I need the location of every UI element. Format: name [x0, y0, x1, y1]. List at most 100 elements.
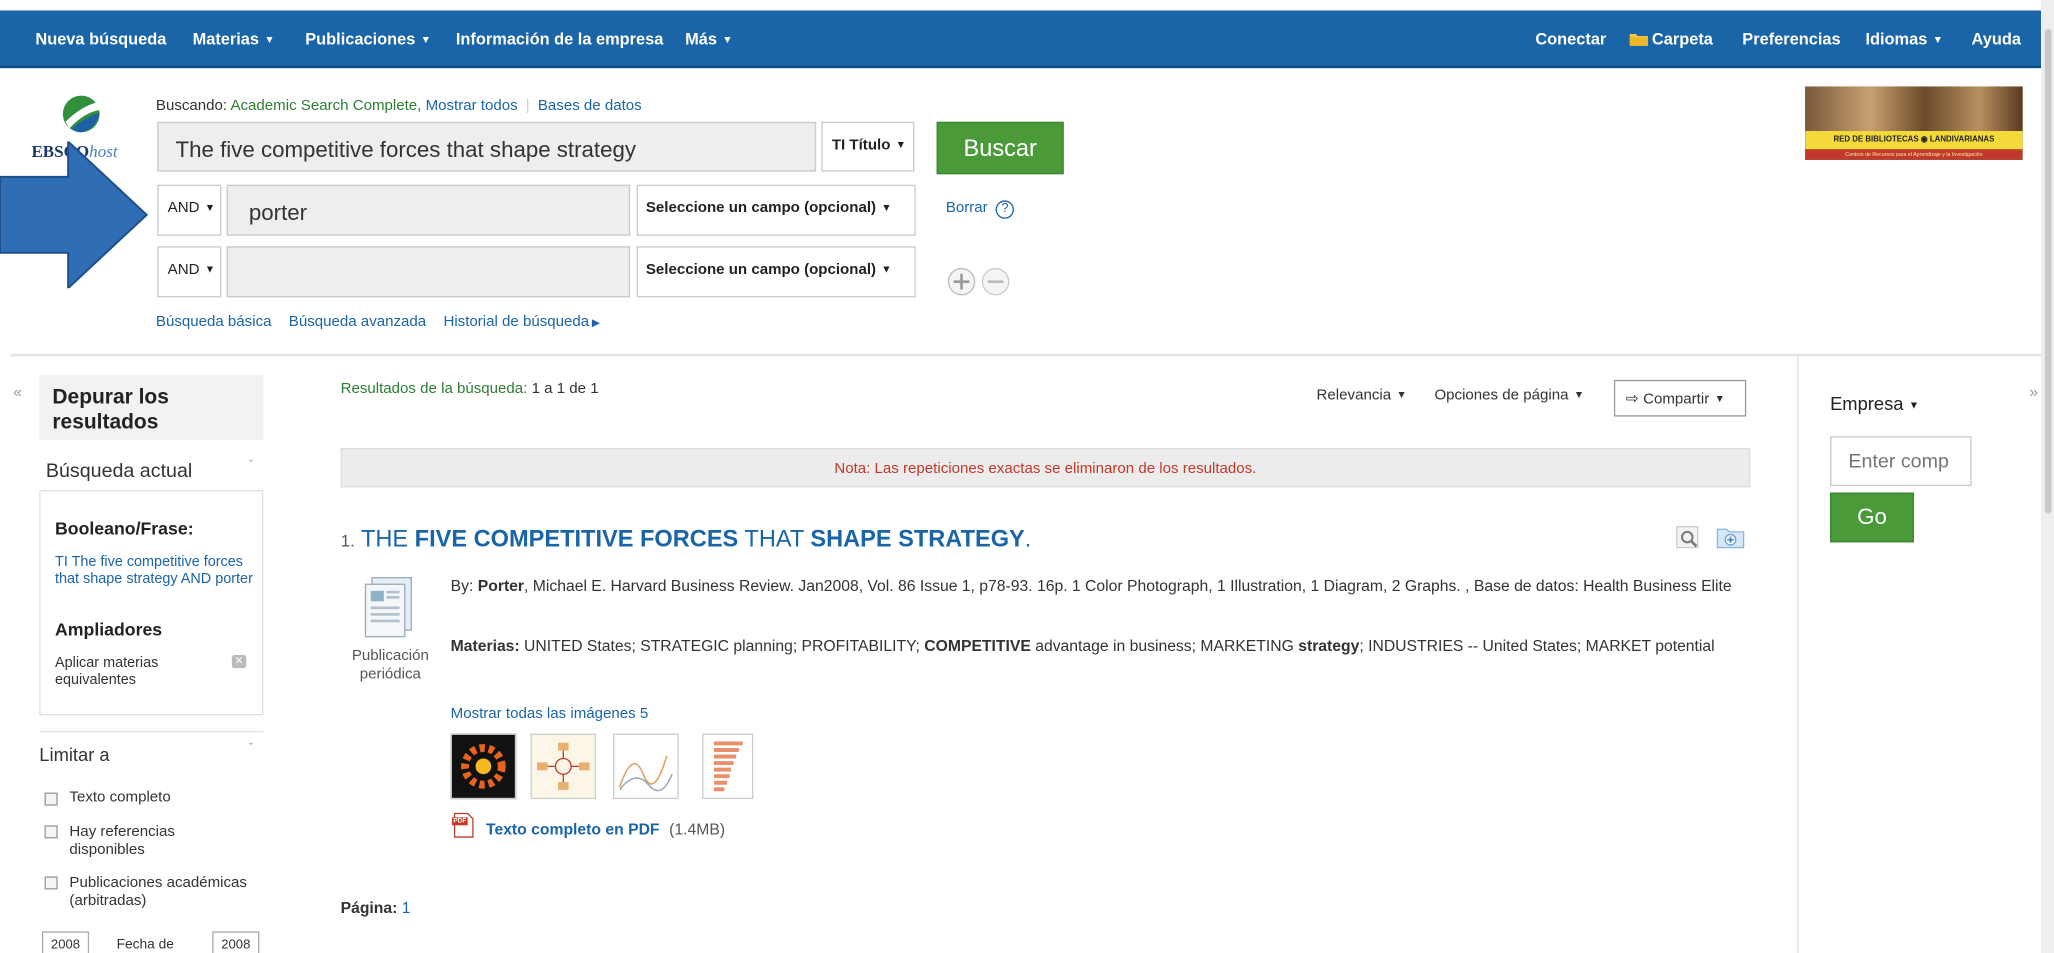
field-select-3[interactable]: Seleccione un campo (opcional) ▼ [636, 246, 916, 298]
nav-company-info[interactable]: Información de la empresa [456, 30, 663, 48]
go-button[interactable]: Go [1830, 492, 1914, 543]
nav-subjects[interactable]: Materias ▼ [193, 30, 275, 48]
scholarly-label: Publicaciones académicas (arbitradas) [69, 875, 247, 910]
image-thumbnail-4[interactable] [702, 733, 754, 800]
nav-languages-label: Idiomas [1865, 30, 1928, 49]
result-subjects: Materias: UNITED States; STRATEGIC plann… [450, 636, 1715, 655]
result-title-part: . [1024, 525, 1032, 552]
date-from-input[interactable]: 2008 [41, 931, 90, 953]
nav-new-search[interactable]: Nueva búsqueda [35, 30, 166, 48]
thumbnail-graphic [537, 742, 590, 790]
caret-down-icon: ▼ [420, 34, 431, 46]
searching-label: Buscando: [155, 98, 228, 114]
advanced-search-link[interactable]: Búsqueda avanzada [289, 314, 426, 330]
field-select-1[interactable]: TI Título ▼ [821, 121, 915, 172]
boolean-query-link[interactable]: TI The five competitive forces that shap… [55, 554, 265, 588]
pdf-full-text-link[interactable]: Texto completo en PDF [486, 820, 660, 838]
chevron-down-icon[interactable]: ˇ [249, 458, 253, 472]
library-banner-subtitle: Centros de Recursos para el Aprendizaje … [1805, 149, 2023, 160]
publication-type-label: Publicación periódica [351, 648, 429, 683]
nav-folder-label: Carpeta [1651, 30, 1713, 49]
limit-to-heading[interactable]: Limitar a [39, 744, 109, 765]
author-link[interactable]: Porter [478, 576, 524, 594]
library-banner[interactable]: RED DE BIBLIOTECAS ◉ LANDIVARIANAS Centr… [1805, 86, 2023, 160]
search-input-1[interactable]: The five competitive forces that shape s… [157, 121, 817, 172]
folder-icon [1629, 34, 1648, 46]
expanders-label: Ampliadores [55, 619, 163, 640]
search-history-link[interactable]: Historial de búsqueda [443, 314, 589, 330]
image-thumbnail-3[interactable] [613, 733, 679, 800]
operator-select-3[interactable]: AND ▼ [157, 246, 222, 298]
refine-results-title: Depurar los resultados [52, 386, 169, 434]
company-search-input[interactable] [1830, 436, 1972, 487]
caret-down-icon: ▼ [881, 201, 892, 214]
collapse-right-icon[interactable]: » [2029, 383, 2038, 401]
pdf-icon-text: PDF [453, 817, 467, 826]
results-summary-label: Resultados de la búsqueda: [340, 381, 528, 397]
caret-down-icon: ▼ [881, 263, 892, 276]
current-search-box: Booleano/Frase: TI The five competitive … [39, 489, 265, 716]
nav-help[interactable]: Ayuda [1972, 30, 2021, 48]
page-options-dropdown[interactable]: Opciones de página ▼ [1434, 388, 1584, 404]
nav-more[interactable]: Más ▼ [685, 30, 732, 48]
caret-down-icon: ▼ [1714, 392, 1725, 405]
field-select-2[interactable]: Seleccione un campo (opcional) ▼ [636, 184, 916, 236]
databases-link[interactable]: Bases de datos [538, 98, 642, 114]
image-thumbnail-1[interactable] [450, 733, 517, 800]
company-dropdown[interactable]: Empresa ▼ [1830, 393, 1919, 414]
sort-dropdown[interactable]: Relevancia ▼ [1317, 388, 1407, 404]
preview-magnifier-icon[interactable] [1675, 525, 1701, 549]
add-row-icon[interactable] [947, 267, 976, 296]
remove-expander-icon[interactable]: ✕ [231, 655, 247, 669]
pdf-icon[interactable]: PDF [451, 812, 477, 838]
current-search-heading[interactable]: Búsqueda actual [46, 460, 192, 482]
share-button[interactable]: ⇨ Compartir ▼ [1613, 379, 1747, 417]
references-checkbox[interactable] [44, 825, 58, 839]
search-input-2[interactable]: porter [226, 184, 631, 236]
operator-select-2-value: AND [167, 200, 200, 217]
result-title-part: THAT [738, 525, 811, 552]
scrollbar-thumb[interactable] [2044, 28, 2052, 514]
nav-folder[interactable]: Carpeta [1629, 30, 1713, 49]
add-to-folder-icon[interactable] [1716, 525, 1745, 549]
thumbnail-graphic [618, 755, 673, 792]
apply-equivalent-label: Aplicar materias equivalentes [55, 655, 159, 688]
thumbnail-graphic [461, 744, 506, 789]
caret-down-icon: ▼ [1573, 389, 1585, 401]
chevron-down-icon[interactable]: ˇ [249, 741, 253, 755]
result-byline: By: Porter, Michael E. Harvard Business … [450, 576, 1732, 595]
scholarly-checkbox[interactable] [44, 876, 58, 890]
arrow-right-icon [0, 141, 149, 289]
basic-search-link[interactable]: Búsqueda básica [156, 314, 272, 330]
nav-publications-label: Publicaciones [305, 30, 416, 49]
caret-down-icon: ▼ [1908, 399, 1920, 412]
full-text-checkbox[interactable] [44, 792, 58, 806]
caret-down-icon: ▼ [1396, 389, 1407, 401]
caret-down-icon: ▼ [1932, 34, 1943, 46]
date-label: Fecha de [116, 936, 174, 953]
date-to-input[interactable]: 2008 [212, 931, 260, 953]
caret-down-icon: ▼ [204, 263, 216, 276]
show-all-link[interactable]: Mostrar todos [426, 98, 518, 114]
field-select-1-value: TI Título [831, 137, 891, 154]
page-number-link[interactable]: 1 [402, 899, 411, 917]
nav-sign-in[interactable]: Conectar [1535, 30, 1606, 48]
remove-row-icon[interactable] [981, 267, 1010, 296]
nav-languages[interactable]: Idiomas ▼ [1865, 30, 1943, 48]
help-icon[interactable]: ? [995, 200, 1015, 219]
caret-down-icon: ▼ [895, 138, 907, 151]
caret-down-icon: ▼ [264, 34, 275, 46]
caret-down-icon: ▼ [722, 34, 733, 46]
sort-label: Relevancia [1316, 387, 1392, 404]
nav-publications[interactable]: Publicaciones ▼ [305, 30, 431, 48]
search-input-3[interactable] [226, 246, 631, 298]
pdf-size: (1.4MB) [669, 820, 726, 839]
result-title[interactable]: 1. THE FIVE COMPETITIVE FORCES THAT SHAP… [341, 525, 1032, 553]
show-all-images-link[interactable]: Mostrar todas las imágenes 5 [451, 706, 649, 722]
clear-link[interactable]: Borrar [946, 200, 988, 216]
nav-preferences[interactable]: Preferencias [1742, 30, 1840, 48]
image-thumbnail-2[interactable] [530, 733, 597, 800]
search-button[interactable]: Buscar [936, 121, 1064, 175]
collapse-left-icon[interactable]: « [13, 383, 22, 401]
operator-select-2[interactable]: AND ▼ [157, 184, 222, 236]
